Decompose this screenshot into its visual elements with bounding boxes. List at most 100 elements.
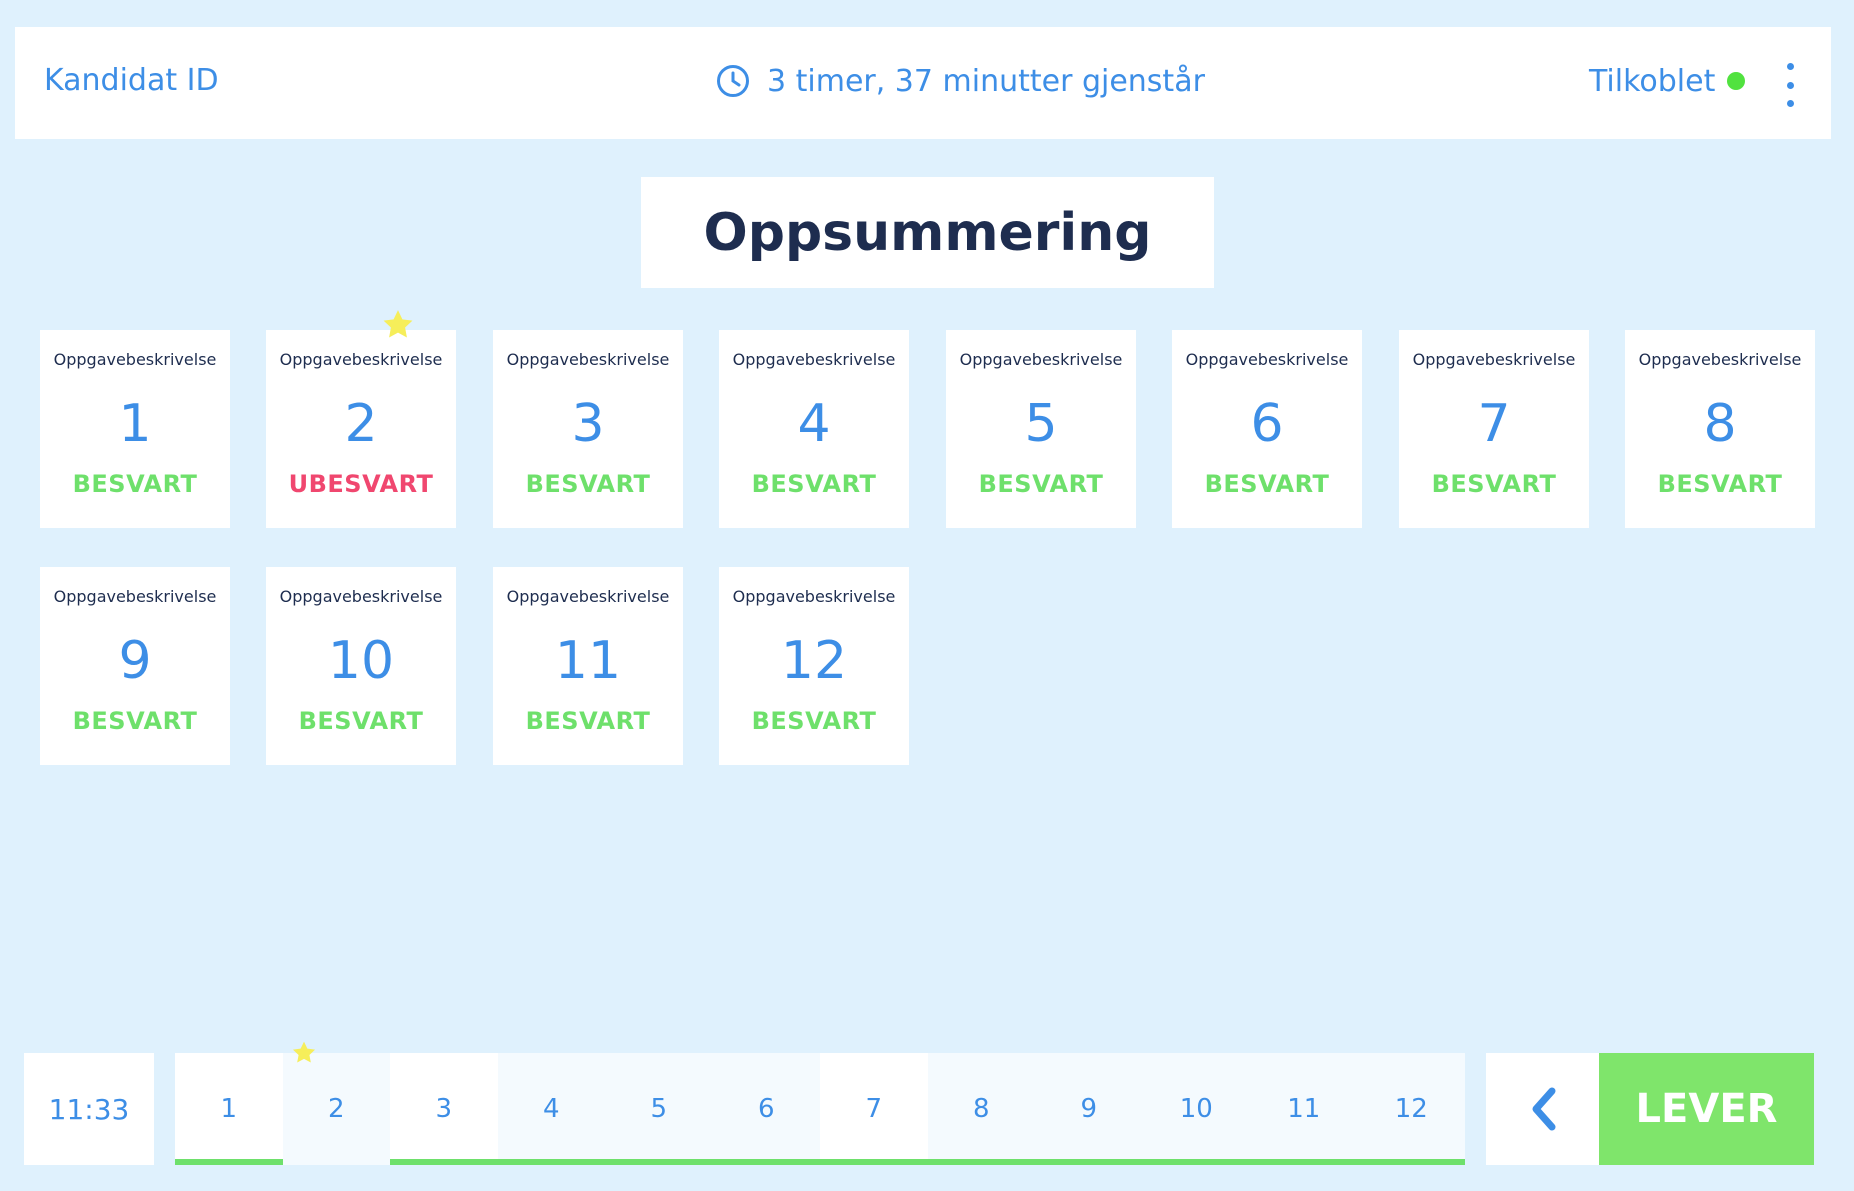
nav-item[interactable]: 10 <box>1142 1053 1250 1165</box>
task-description: Oppgavebeskrivelse <box>732 587 896 606</box>
task-description: Oppgavebeskrivelse <box>506 587 670 606</box>
nav-item[interactable]: 9 <box>1035 1053 1143 1165</box>
nav-item[interactable]: 1 <box>175 1053 283 1165</box>
nav-item[interactable]: 12 <box>1357 1053 1465 1165</box>
nav-item-label: 6 <box>757 1094 775 1124</box>
task-description: Oppgavebeskrivelse <box>53 587 217 606</box>
task-card[interactable]: Oppgavebeskrivelse 7 BESVART <box>1399 330 1589 528</box>
nav-item-label: 5 <box>650 1094 668 1124</box>
candidate-id-label: Kandidat ID <box>44 63 219 98</box>
task-number: 6 <box>1250 394 1284 454</box>
task-description: Oppgavebeskrivelse <box>506 350 670 369</box>
task-card[interactable]: Oppgavebeskrivelse 2 UBESVART <box>266 330 456 528</box>
nav-item-label: 4 <box>542 1094 560 1124</box>
task-number: 12 <box>780 631 848 691</box>
answered-indicator <box>497 1159 605 1165</box>
task-status: BESVART <box>1657 470 1783 498</box>
answered-indicator <box>1250 1159 1358 1165</box>
task-number: 10 <box>327 631 395 691</box>
nav-item[interactable]: 5 <box>605 1053 713 1165</box>
task-number: 9 <box>118 631 152 691</box>
task-description: Oppgavebeskrivelse <box>1638 350 1802 369</box>
nav-item[interactable]: 11 <box>1250 1053 1358 1165</box>
time-remaining-text: 3 timer, 37 minutter gjenstår <box>767 63 1205 99</box>
submit-button[interactable]: LEVER <box>1599 1053 1814 1165</box>
task-number: 4 <box>797 394 831 454</box>
nav-item-label: 7 <box>865 1094 883 1124</box>
connection-dot-icon <box>1727 72 1746 90</box>
answered-indicator <box>605 1159 713 1165</box>
answered-indicator <box>390 1159 498 1165</box>
task-card[interactable]: Oppgavebeskrivelse 3 BESVART <box>493 330 683 528</box>
task-status: BESVART <box>751 707 877 735</box>
nav-item[interactable]: 3 <box>390 1053 498 1165</box>
task-description: Oppgavebeskrivelse <box>279 587 443 606</box>
time-remaining: 3 timer, 37 minutter gjenstår <box>715 61 1205 101</box>
more-menu-icon[interactable] <box>1779 63 1801 107</box>
nav-item[interactable]: 4 <box>497 1053 605 1165</box>
answered-indicator <box>175 1159 283 1165</box>
task-status: BESVART <box>525 707 651 735</box>
task-status: BESVART <box>72 470 198 498</box>
task-card[interactable]: Oppgavebeskrivelse 1 BESVART <box>40 330 230 528</box>
nav-item-label: 8 <box>972 1094 990 1124</box>
nav-item-label: 1 <box>220 1094 238 1124</box>
page-title-box: Oppsummering <box>641 177 1214 288</box>
nav-item-label: 3 <box>435 1094 453 1124</box>
task-description: Oppgavebeskrivelse <box>279 350 443 369</box>
task-number: 5 <box>1024 394 1058 454</box>
task-description: Oppgavebeskrivelse <box>959 350 1123 369</box>
task-card[interactable]: Oppgavebeskrivelse 10 BESVART <box>266 567 456 765</box>
task-status: BESVART <box>978 470 1104 498</box>
nav-item[interactable]: 2 <box>282 1053 390 1165</box>
connection-label: Tilkoblet <box>1589 63 1716 99</box>
page-title: Oppsummering <box>703 202 1152 263</box>
task-number: 3 <box>571 394 605 454</box>
task-description: Oppgavebeskrivelse <box>732 350 896 369</box>
nav-item-label: 12 <box>1394 1094 1428 1124</box>
chevron-left-icon <box>1532 1087 1555 1131</box>
task-status: BESVART <box>525 470 651 498</box>
answered-indicator <box>1035 1159 1143 1165</box>
answered-indicator <box>927 1159 1035 1165</box>
task-card[interactable]: Oppgavebeskrivelse 6 BESVART <box>1172 330 1362 528</box>
nav-item-label: 2 <box>327 1094 345 1124</box>
nav-star-icon <box>292 1041 316 1063</box>
task-card[interactable]: Oppgavebeskrivelse 4 BESVART <box>719 330 909 528</box>
task-description: Oppgavebeskrivelse <box>53 350 217 369</box>
task-number: 2 <box>344 394 378 454</box>
task-status: BESVART <box>1431 470 1557 498</box>
answered-indicator <box>712 1159 820 1165</box>
current-time: 11:33 <box>24 1053 154 1165</box>
task-card[interactable]: Oppgavebeskrivelse 12 BESVART <box>719 567 909 765</box>
task-status: BESVART <box>72 707 198 735</box>
answered-indicator <box>1357 1159 1465 1165</box>
task-card[interactable]: Oppgavebeskrivelse 9 BESVART <box>40 567 230 765</box>
task-number: 7 <box>1477 394 1511 454</box>
task-status: BESVART <box>298 707 424 735</box>
task-navigation: 1 2 3 4 5 6 7 8 9 10 11 12 <box>175 1053 1465 1165</box>
nav-item-label: 10 <box>1179 1094 1213 1124</box>
task-card[interactable]: Oppgavebeskrivelse 11 BESVART <box>493 567 683 765</box>
task-number: 8 <box>1703 394 1737 454</box>
task-description: Oppgavebeskrivelse <box>1412 350 1576 369</box>
task-status: BESVART <box>751 470 877 498</box>
nav-item-label: 11 <box>1287 1094 1321 1124</box>
task-number: 1 <box>118 394 152 454</box>
connection-status: Tilkoblet <box>1589 61 1746 101</box>
top-bar: Kandidat ID 3 timer, 37 minutter gjenstå… <box>15 27 1831 139</box>
answered-indicator <box>1142 1159 1250 1165</box>
task-number: 11 <box>554 631 622 691</box>
task-status: BESVART <box>1204 470 1330 498</box>
task-description: Oppgavebeskrivelse <box>1185 350 1349 369</box>
previous-button[interactable] <box>1486 1053 1599 1165</box>
task-card[interactable]: Oppgavebeskrivelse 5 BESVART <box>946 330 1136 528</box>
task-card[interactable]: Oppgavebeskrivelse 8 BESVART <box>1625 330 1815 528</box>
star-icon <box>383 310 413 338</box>
answered-indicator <box>820 1159 928 1165</box>
nav-item[interactable]: 6 <box>712 1053 820 1165</box>
nav-item[interactable]: 8 <box>927 1053 1035 1165</box>
task-status: UBESVART <box>288 470 434 498</box>
nav-item[interactable]: 7 <box>820 1053 928 1165</box>
clock-icon <box>717 65 749 97</box>
